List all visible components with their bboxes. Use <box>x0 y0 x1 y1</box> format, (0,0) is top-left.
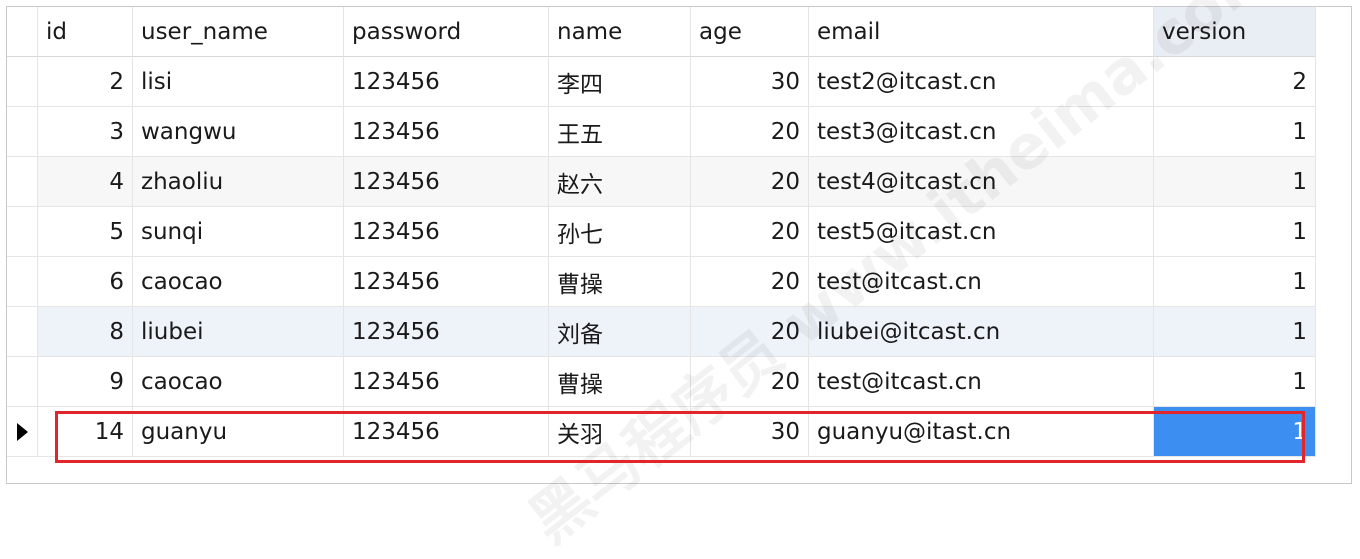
column-header-age[interactable]: age <box>691 7 809 57</box>
cell-name[interactable]: 赵六 <box>549 157 691 207</box>
cell-id[interactable]: 6 <box>38 257 133 307</box>
cell-email[interactable]: test3@itcast.cn <box>809 107 1154 157</box>
cell-id[interactable]: 9 <box>38 357 133 407</box>
cell-email[interactable]: test2@itcast.cn <box>809 57 1154 107</box>
cell-id[interactable]: 8 <box>38 307 133 357</box>
cell-password[interactable]: 123456 <box>344 357 549 407</box>
cell-name[interactable]: 孙七 <box>549 207 691 257</box>
cell-email[interactable]: guanyu@itast.cn <box>809 407 1154 457</box>
cell-email[interactable]: test@itcast.cn <box>809 257 1154 307</box>
cell-age[interactable]: 20 <box>691 107 809 157</box>
cell-name[interactable]: 关羽 <box>549 407 691 457</box>
row-marker[interactable] <box>7 107 38 157</box>
cell-version[interactable]: 1 <box>1154 157 1316 207</box>
cell-email[interactable]: test@itcast.cn <box>809 357 1154 407</box>
cell-age[interactable]: 20 <box>691 307 809 357</box>
cell-email[interactable]: test5@itcast.cn <box>809 207 1154 257</box>
row-marker[interactable] <box>7 307 38 357</box>
row-marker[interactable] <box>7 357 38 407</box>
cell-user-name[interactable]: zhaoliu <box>133 157 344 207</box>
cell-password[interactable]: 123456 <box>344 307 549 357</box>
column-header-password[interactable]: password <box>344 7 549 57</box>
cell-id[interactable]: 2 <box>38 57 133 107</box>
cell-password[interactable]: 123456 <box>344 157 549 207</box>
row-marker[interactable] <box>7 57 38 107</box>
cell-email[interactable]: test4@itcast.cn <box>809 157 1154 207</box>
cell-age[interactable]: 30 <box>691 407 809 457</box>
cell-version[interactable]: 1 <box>1154 107 1316 157</box>
cell-version[interactable]: 1 <box>1154 307 1316 357</box>
cell-user-name[interactable]: wangwu <box>133 107 344 157</box>
cell-id[interactable]: 4 <box>38 157 133 207</box>
cell-version[interactable]: 1 <box>1154 407 1316 457</box>
cell-version[interactable]: 1 <box>1154 357 1316 407</box>
row-marker[interactable] <box>7 157 38 207</box>
column-header-user-name[interactable]: user_name <box>133 7 344 57</box>
cell-id[interactable]: 3 <box>38 107 133 157</box>
column-header-version[interactable]: version <box>1154 7 1316 57</box>
cell-name[interactable]: 王五 <box>549 107 691 157</box>
cell-name[interactable]: 曹操 <box>549 357 691 407</box>
cell-name[interactable]: 曹操 <box>549 257 691 307</box>
cell-password[interactable]: 123456 <box>344 107 549 157</box>
cell-user-name[interactable]: guanyu <box>133 407 344 457</box>
column-header-id[interactable]: id <box>38 7 133 57</box>
cell-version[interactable]: 2 <box>1154 57 1316 107</box>
row-marker[interactable] <box>7 207 38 257</box>
cell-user-name[interactable]: caocao <box>133 357 344 407</box>
cell-name[interactable]: 李四 <box>549 57 691 107</box>
cell-age[interactable]: 20 <box>691 357 809 407</box>
cell-age[interactable]: 20 <box>691 157 809 207</box>
cell-version[interactable]: 1 <box>1154 207 1316 257</box>
cell-age[interactable]: 30 <box>691 57 809 107</box>
cell-id[interactable]: 5 <box>38 207 133 257</box>
row-marker[interactable] <box>7 407 38 457</box>
cell-user-name[interactable]: lisi <box>133 57 344 107</box>
cell-password[interactable]: 123456 <box>344 407 549 457</box>
column-header-email[interactable]: email <box>809 7 1154 57</box>
cell-age[interactable]: 20 <box>691 207 809 257</box>
result-grid-frame: id user_name password name age email ver… <box>6 0 1352 557</box>
cell-id[interactable]: 14 <box>38 407 133 457</box>
cell-age[interactable]: 20 <box>691 257 809 307</box>
current-row-pointer-icon <box>16 422 28 441</box>
cell-password[interactable]: 123456 <box>344 57 549 107</box>
row-marker-header <box>7 7 38 57</box>
cell-version[interactable]: 1 <box>1154 257 1316 307</box>
cell-user-name[interactable]: caocao <box>133 257 344 307</box>
result-grid: id user_name password name age email ver… <box>7 7 1316 457</box>
cell-user-name[interactable]: sunqi <box>133 207 344 257</box>
cell-email[interactable]: liubei@itcast.cn <box>809 307 1154 357</box>
cell-user-name[interactable]: liubei <box>133 307 344 357</box>
row-marker[interactable] <box>7 257 38 307</box>
cell-password[interactable]: 123456 <box>344 257 549 307</box>
column-header-name[interactable]: name <box>549 7 691 57</box>
cell-password[interactable]: 123456 <box>344 207 549 257</box>
cell-name[interactable]: 刘备 <box>549 307 691 357</box>
